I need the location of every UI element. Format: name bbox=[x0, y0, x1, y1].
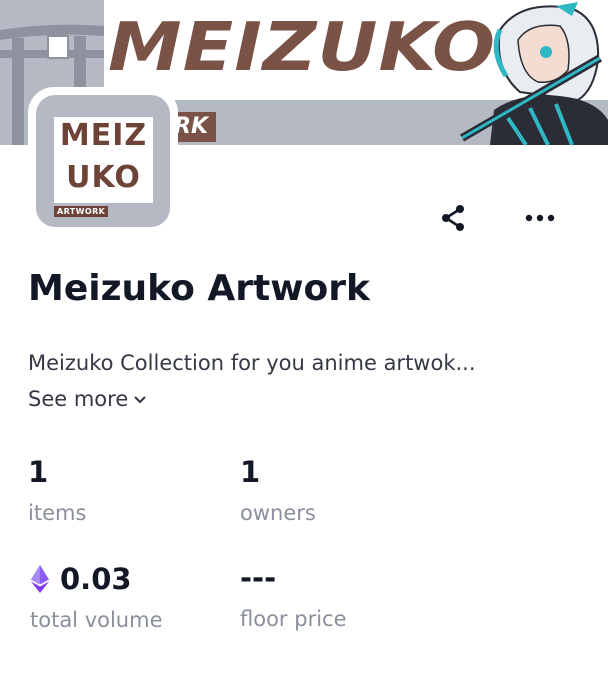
collection-description: Meizuko Collection for you anime artwok.… bbox=[28, 351, 476, 375]
stat-owners: 1 owners bbox=[240, 455, 316, 526]
share-icon bbox=[442, 205, 464, 231]
more-horizontal-icon bbox=[525, 214, 555, 222]
see-more-button[interactable]: See more bbox=[28, 387, 146, 411]
stat-floor-price: --- floor price bbox=[240, 561, 347, 632]
stat-owners-value: 1 bbox=[240, 455, 261, 489]
see-more-label: See more bbox=[28, 387, 129, 411]
collection-avatar: MEIZ UKO ARTWORK bbox=[36, 95, 170, 227]
stat-floor-price-value: --- bbox=[240, 561, 277, 595]
banner-brand-word: MEIZUKO bbox=[108, 8, 496, 87]
stat-items: 1 items bbox=[28, 455, 87, 526]
stat-total-volume-value-row: 0.03 bbox=[30, 564, 163, 594]
avatar-logo-card: MEIZ UKO bbox=[54, 117, 153, 203]
stat-total-volume-value: 0.03 bbox=[60, 561, 132, 596]
stat-total-volume: 0.03 total volume bbox=[30, 564, 163, 632]
anime-character-illustration bbox=[460, 2, 608, 145]
avatar-logo-tag: ARTWORK bbox=[54, 206, 109, 217]
stat-items-value: 1 bbox=[28, 455, 49, 489]
stat-owners-label: owners bbox=[240, 501, 316, 525]
avatar-logo-line2: UKO bbox=[66, 160, 141, 195]
more-options-button[interactable] bbox=[520, 199, 560, 237]
stat-items-label: items bbox=[28, 501, 87, 525]
collection-title: Meizuko Artwork bbox=[28, 268, 370, 309]
collection-avatar-frame: MEIZ UKO ARTWORK bbox=[28, 87, 178, 235]
stat-floor-price-label: floor price bbox=[240, 607, 347, 631]
share-button[interactable] bbox=[434, 199, 472, 237]
ethereum-icon bbox=[31, 565, 49, 593]
stat-total-volume-label: total volume bbox=[30, 608, 163, 632]
avatar-logo-line1: MEIZ bbox=[59, 118, 148, 153]
chevron-down-icon bbox=[134, 396, 146, 403]
